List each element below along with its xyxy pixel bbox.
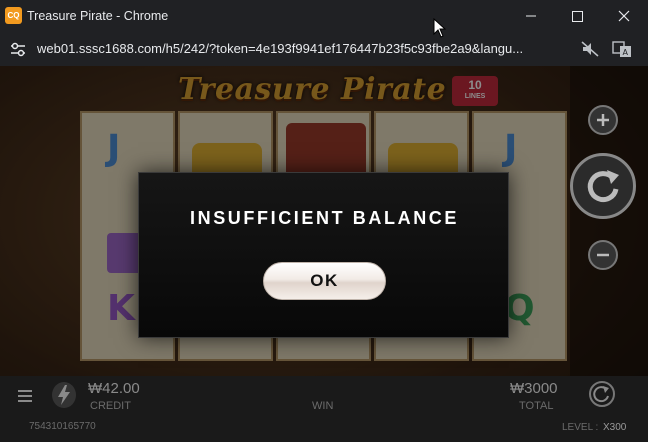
turbo-button[interactable]: [52, 382, 76, 408]
translate-button[interactable]: A: [612, 40, 632, 58]
translate-icon: A: [612, 41, 631, 57]
close-icon: [618, 10, 630, 22]
svg-text:A: A: [623, 48, 629, 57]
address-bar: web01.sssc1688.com/h5/242/?token=4e193f9…: [0, 32, 648, 66]
account-id: 754310165770: [29, 421, 96, 432]
window-title: Treasure Pirate - Chrome: [27, 9, 169, 23]
window-titlebar: CQ Treasure Pirate - Chrome: [0, 0, 648, 32]
lightning-icon: [58, 385, 70, 405]
autospin-icon: [593, 386, 609, 403]
plus-icon: [597, 114, 609, 126]
insufficient-balance-dialog: INSUFFICIENT BALANCE OK: [138, 172, 509, 338]
minimize-icon: [526, 15, 536, 17]
credit-label: CREDIT: [90, 400, 131, 412]
menu-button[interactable]: [15, 386, 35, 406]
bet-decrease-button[interactable]: [588, 240, 618, 270]
site-info-button[interactable]: [9, 40, 27, 58]
win-label: WIN: [312, 400, 334, 412]
maximize-icon: [572, 11, 583, 22]
total-label: TOTAL: [519, 400, 554, 412]
tune-icon: [11, 42, 25, 57]
level-value: X300: [603, 422, 627, 433]
total-value: ₩3000: [510, 380, 558, 397]
ok-button[interactable]: OK: [263, 262, 386, 300]
url-field[interactable]: web01.sssc1688.com/h5/242/?token=4e193f9…: [37, 41, 569, 56]
minimize-button[interactable]: [508, 0, 554, 32]
muted-icon: [581, 41, 599, 57]
maximize-button[interactable]: [554, 0, 600, 32]
minus-icon: [597, 253, 609, 257]
refresh-icon: [587, 170, 619, 203]
app-icon: CQ: [5, 7, 22, 24]
credit-value: ₩42.00: [88, 380, 140, 397]
cursor-icon: [433, 18, 447, 38]
muted-tab-button[interactable]: [580, 40, 600, 58]
autospin-button[interactable]: [589, 381, 615, 407]
dialog-title: INSUFFICIENT BALANCE: [190, 208, 459, 228]
bet-increase-button[interactable]: [588, 105, 618, 135]
spin-button[interactable]: [570, 153, 636, 219]
level-label: LEVEL :: [562, 422, 599, 433]
hamburger-icon: [18, 390, 32, 402]
close-button[interactable]: [600, 0, 646, 32]
